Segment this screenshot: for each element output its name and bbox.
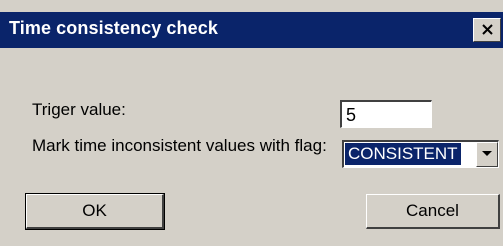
chevron-down-icon — [482, 151, 492, 156]
trigger-value-label: Triger value: — [32, 100, 126, 119]
ok-button[interactable]: OK — [25, 193, 165, 230]
time-consistency-dialog: Time consistency check Triger value: 5 M… — [0, 0, 503, 246]
flag-dropdown-button[interactable] — [476, 142, 498, 167]
flag-select[interactable]: CONSISTENT — [342, 140, 499, 168]
dialog-title: Time consistency check — [9, 18, 218, 38]
close-button[interactable] — [473, 18, 501, 42]
title-bar[interactable]: Time consistency check — [0, 12, 503, 48]
trigger-value-input[interactable]: 5 — [340, 100, 432, 128]
flag-selected-value: CONSISTENT — [345, 143, 461, 165]
cancel-button[interactable]: Cancel — [366, 194, 500, 229]
flag-label: Mark time inconsistent values with flag: — [32, 136, 327, 155]
close-icon — [482, 24, 493, 35]
